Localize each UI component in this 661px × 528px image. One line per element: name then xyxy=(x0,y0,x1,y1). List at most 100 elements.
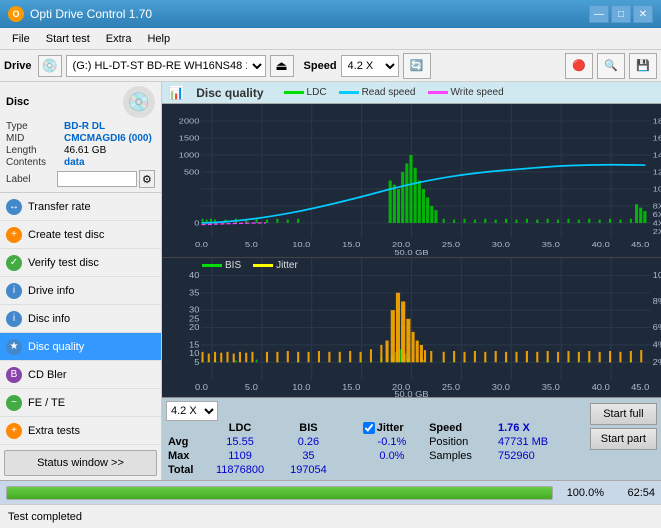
disc-label-button[interactable]: ⚙ xyxy=(139,170,155,188)
progress-container: 100.0% 62:54 xyxy=(0,480,661,504)
menu-file[interactable]: File xyxy=(4,31,38,47)
drive-select[interactable]: (G:) HL-DT-ST BD-RE WH16NS48 1.D3 xyxy=(66,55,266,77)
start-buttons: Start full Start part xyxy=(590,401,657,450)
title-bar: O Opti Drive Control 1.70 — □ ✕ xyxy=(0,0,661,28)
progress-bar-inner xyxy=(7,487,552,499)
bis-color xyxy=(202,264,222,267)
total-bis: 197054 xyxy=(278,463,339,477)
nav-transfer-rate[interactable]: ↔ Transfer rate xyxy=(0,193,161,221)
burn-button[interactable]: 🔴 xyxy=(565,53,593,79)
legend-read-speed-label: Read speed xyxy=(362,87,416,98)
nav-verify-test-disc-label: Verify test disc xyxy=(28,257,99,269)
ldc-color xyxy=(284,91,304,94)
avg-jitter: -0.1% xyxy=(359,435,425,449)
nav-disc-quality[interactable]: ★ Disc quality xyxy=(0,333,161,361)
charts-container: 2000 1500 1000 500 0 18X 16X 14X 12X 10X… xyxy=(162,104,661,397)
svg-text:30.0: 30.0 xyxy=(492,240,510,249)
speed-label: Speed xyxy=(304,60,337,72)
bottom-chart: BIS Jitter xyxy=(162,258,661,397)
svg-text:25.0: 25.0 xyxy=(442,383,460,392)
nav-cd-bler-label: CD Bler xyxy=(28,369,67,381)
svg-text:10.0: 10.0 xyxy=(292,240,310,249)
close-button[interactable]: ✕ xyxy=(633,5,653,23)
total-ldc: 11876800 xyxy=(202,463,278,477)
drive-label: Drive xyxy=(4,60,32,72)
total-label: Total xyxy=(166,463,202,477)
svg-text:40.0: 40.0 xyxy=(592,383,610,392)
menu-extra[interactable]: Extra xyxy=(98,31,140,47)
legend-bis-label: BIS xyxy=(225,260,241,271)
verify-button[interactable]: 🔍 xyxy=(597,53,625,79)
start-full-button[interactable]: Start full xyxy=(590,403,657,425)
legend-ldc: LDC xyxy=(284,87,327,98)
legend-write-speed: Write speed xyxy=(428,87,504,98)
top-chart-svg: 2000 1500 1000 500 0 18X 16X 14X 12X 10X… xyxy=(162,104,661,257)
svg-text:15.0: 15.0 xyxy=(342,383,360,392)
legend-write-speed-label: Write speed xyxy=(451,87,504,98)
app-icon: O xyxy=(8,6,24,22)
position-value: 47731 MB xyxy=(494,435,573,449)
nav-drive-info-label: Drive info xyxy=(28,285,74,297)
nav-drive-info[interactable]: i Drive info xyxy=(0,277,161,305)
nav-disc-info-label: Disc info xyxy=(28,313,70,325)
stats-speed-select[interactable]: 4.2 X xyxy=(166,401,218,421)
save-button[interactable]: 💾 xyxy=(629,53,657,79)
nav-fe-te-label: FE / TE xyxy=(28,397,65,409)
svg-text:5.0: 5.0 xyxy=(245,383,258,392)
svg-text:30.0: 30.0 xyxy=(492,383,510,392)
menu-start-test[interactable]: Start test xyxy=(38,31,98,47)
svg-text:35.0: 35.0 xyxy=(542,240,560,249)
maximize-button[interactable]: □ xyxy=(611,5,631,23)
drive-icon-btn[interactable]: 💿 xyxy=(38,55,62,77)
svg-text:40: 40 xyxy=(189,271,200,280)
create-test-disc-icon: + xyxy=(6,227,22,243)
nav-create-test-disc[interactable]: + Create test disc xyxy=(0,221,161,249)
disc-title: Disc xyxy=(6,96,29,108)
avg-ldc: 15.55 xyxy=(202,435,278,449)
progress-percent: 100.0% xyxy=(559,487,604,499)
nav-fe-te[interactable]: ~ FE / TE xyxy=(0,389,161,417)
nav-extra-tests[interactable]: + Extra tests xyxy=(0,417,161,445)
legend-jitter: Jitter xyxy=(253,260,298,271)
samples-label: Samples xyxy=(425,449,494,463)
jitter-color xyxy=(253,264,273,267)
length-label: Length xyxy=(6,145,64,156)
svg-text:40.0: 40.0 xyxy=(592,240,610,249)
menu-help[interactable]: Help xyxy=(139,31,178,47)
jitter-checkbox-cell[interactable]: Jitter xyxy=(359,421,425,435)
nav-verify-test-disc[interactable]: ✓ Verify test disc xyxy=(0,249,161,277)
nav-disc-info[interactable]: i Disc info xyxy=(0,305,161,333)
start-part-button[interactable]: Start part xyxy=(590,428,657,450)
read-speed-color xyxy=(339,91,359,94)
disc-label-input[interactable] xyxy=(57,171,137,187)
jitter-checkbox[interactable] xyxy=(363,422,375,434)
legend-ldc-label: LDC xyxy=(307,87,327,98)
svg-text:35: 35 xyxy=(189,288,200,297)
svg-text:35.0: 35.0 xyxy=(542,383,560,392)
svg-text:0.0: 0.0 xyxy=(195,383,208,392)
nav-cd-bler[interactable]: B CD Bler xyxy=(0,361,161,389)
svg-text:18X: 18X xyxy=(653,116,661,125)
speed-select[interactable]: 4.2 X xyxy=(341,55,399,77)
refresh-button[interactable]: 🔄 xyxy=(403,53,431,79)
toolbar: Drive 💿 (G:) HL-DT-ST BD-RE WH16NS48 1.D… xyxy=(0,50,661,82)
svg-text:5: 5 xyxy=(194,358,199,367)
status-window-button[interactable]: Status window >> xyxy=(4,450,157,476)
bis-header: BIS xyxy=(278,421,339,435)
avg-label: Avg xyxy=(166,435,202,449)
nav-disc-quality-label: Disc quality xyxy=(28,341,84,353)
svg-text:6%: 6% xyxy=(653,323,661,332)
nav-extra-tests-label: Extra tests xyxy=(28,425,80,437)
svg-text:45.0: 45.0 xyxy=(631,240,649,249)
samples-value: 752960 xyxy=(494,449,573,463)
disc-icon: 💿 xyxy=(123,86,155,118)
svg-text:12X: 12X xyxy=(653,167,661,176)
stats-section: 4.2 X LDC BIS Jitter xyxy=(162,397,661,480)
max-label: Max xyxy=(166,449,202,463)
eject-button[interactable]: ⏏ xyxy=(270,55,294,77)
svg-text:0.0: 0.0 xyxy=(195,240,208,249)
status-bar: Test completed xyxy=(0,504,661,528)
legend-bis: BIS xyxy=(202,260,241,271)
sidebar: Disc 💿 Type BD-R DL MID CMCMAGDI6 (000) … xyxy=(0,82,162,480)
minimize-button[interactable]: — xyxy=(589,5,609,23)
